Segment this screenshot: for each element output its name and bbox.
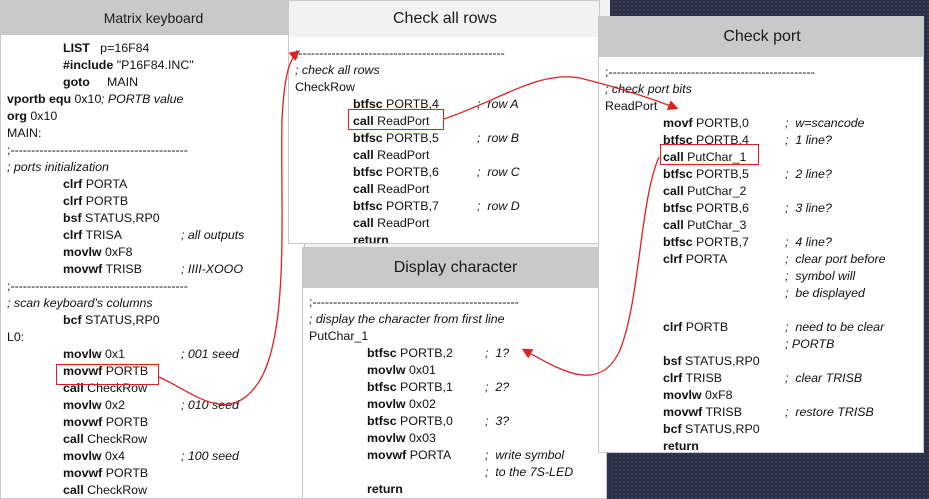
arrow-to-readport	[443, 76, 679, 120]
flow-arrows	[158, 50, 679, 406]
arrow-to-checkrow	[158, 50, 301, 406]
arrow-to-putchar-1	[521, 156, 660, 376]
